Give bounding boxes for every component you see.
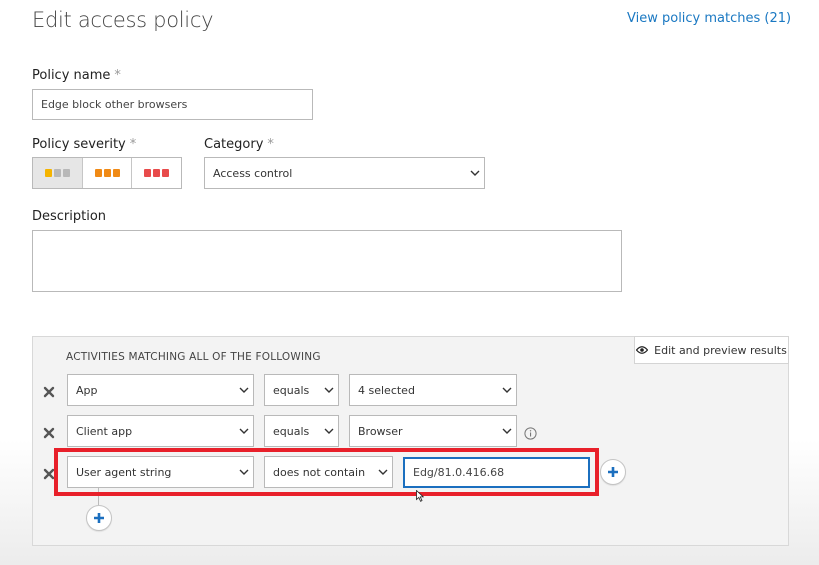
chevron-down-icon xyxy=(320,375,338,405)
policy-name-label: Policy name * xyxy=(32,68,121,83)
severity-bar-icon xyxy=(153,169,161,177)
chevron-down-icon xyxy=(320,416,338,446)
description-textarea[interactable] xyxy=(32,230,622,292)
mouse-cursor-icon xyxy=(416,487,425,502)
edit-preview-results-label: Edit and preview results xyxy=(654,343,787,357)
category-label-text: Category xyxy=(204,137,264,152)
edit-preview-results-button[interactable]: Edit and preview results xyxy=(634,336,789,364)
severity-bar-icon xyxy=(53,169,61,177)
severity-selector xyxy=(32,157,182,189)
add-value-button[interactable] xyxy=(600,459,626,485)
category-label: Category * xyxy=(204,137,274,152)
filter-value-select[interactable]: Browser xyxy=(349,415,517,447)
required-marker: * xyxy=(267,137,274,152)
add-filter-button[interactable] xyxy=(86,505,112,531)
severity-low-button[interactable] xyxy=(33,158,83,188)
policy-name-label-text: Policy name xyxy=(32,68,111,83)
filter-field-value: App xyxy=(76,383,98,397)
filter-operator-select[interactable]: equals xyxy=(264,415,339,447)
view-policy-matches-link[interactable]: View policy matches (21) xyxy=(627,11,791,26)
filter-field-select[interactable]: Client app xyxy=(67,415,254,447)
filter-operator-select[interactable]: does not contain xyxy=(264,456,393,488)
filter-value-text: 4 selected xyxy=(358,383,415,397)
plus-icon xyxy=(94,513,104,523)
filter-operator-value: equals xyxy=(273,424,310,438)
description-label: Description xyxy=(32,209,107,224)
plus-icon xyxy=(608,467,618,477)
filter-connector-line xyxy=(98,488,99,506)
page-title: Edit access policy xyxy=(32,8,214,32)
chevron-down-icon xyxy=(466,158,484,188)
filter-value-text: Browser xyxy=(358,424,403,438)
policy-severity-label: Policy severity * xyxy=(32,137,136,152)
filter-field-value: User agent string xyxy=(76,465,172,479)
chevron-down-icon xyxy=(374,457,392,487)
policy-severity-label-text: Policy severity xyxy=(32,137,126,152)
severity-bar-icon xyxy=(112,169,120,177)
chevron-down-icon xyxy=(235,416,253,446)
category-select-value: Access control xyxy=(213,166,293,180)
info-icon[interactable] xyxy=(524,425,537,440)
filter-field-select[interactable]: User agent string xyxy=(67,456,254,488)
required-marker: * xyxy=(114,68,121,83)
filter-field-select[interactable]: App xyxy=(67,374,254,406)
severity-bar-icon xyxy=(44,169,52,177)
filter-field-value: Client app xyxy=(76,424,133,438)
filter-operator-value: equals xyxy=(273,383,310,397)
severity-bar-icon xyxy=(162,169,170,177)
policy-name-input[interactable]: Edge block other browsers xyxy=(32,89,313,120)
chevron-down-icon xyxy=(235,457,253,487)
category-select[interactable]: Access control xyxy=(204,157,485,189)
user-agent-value-input[interactable]: Edg/81.0.416.68 xyxy=(403,457,590,488)
severity-medium-button[interactable] xyxy=(83,158,133,188)
severity-bar-icon xyxy=(62,169,70,177)
chevron-down-icon xyxy=(235,375,253,405)
severity-high-button[interactable] xyxy=(132,158,181,188)
eye-icon xyxy=(636,346,649,354)
filter-operator-select[interactable]: equals xyxy=(264,374,339,406)
remove-filter-icon[interactable] xyxy=(43,424,55,439)
severity-bar-icon xyxy=(103,169,111,177)
filters-heading: ACTIVITIES MATCHING ALL OF THE FOLLOWING xyxy=(66,351,321,363)
filter-value-select[interactable]: 4 selected xyxy=(349,374,517,406)
required-marker: * xyxy=(129,137,137,152)
severity-bar-icon xyxy=(144,169,152,177)
filter-operator-value: does not contain xyxy=(273,465,366,479)
severity-bar-icon xyxy=(94,169,102,177)
chevron-down-icon xyxy=(498,375,516,405)
chevron-down-icon xyxy=(498,416,516,446)
remove-filter-icon[interactable] xyxy=(43,465,55,480)
remove-filter-icon[interactable] xyxy=(43,383,55,398)
